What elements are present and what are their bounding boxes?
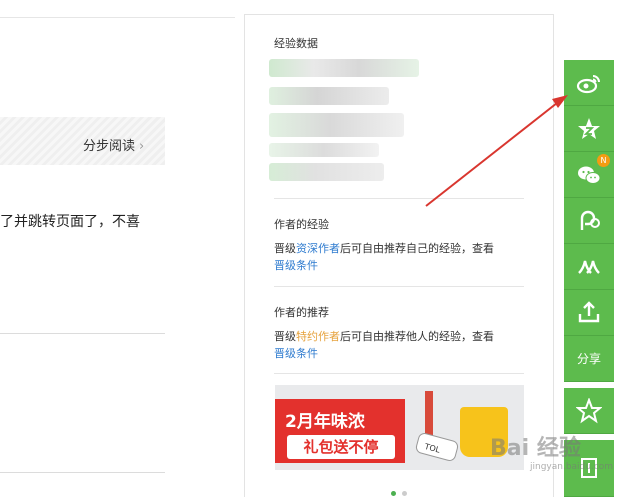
special-author-link[interactable]: 特约作者 <box>296 330 340 343</box>
desc-prefix: 晋级 <box>274 330 296 343</box>
favorite-button[interactable] <box>564 388 614 434</box>
share-weibo-button[interactable] <box>564 60 614 106</box>
baidu-watermark-url: jingyan.baidu.com <box>530 462 614 472</box>
banner-headline: 2月年味浓 <box>285 412 365 432</box>
upgrade-conditions-link[interactable]: 晋级条件 <box>274 347 318 360</box>
share-renren-button[interactable] <box>564 244 614 290</box>
tieba-icon <box>580 210 600 230</box>
share-label-button[interactable]: 分享 <box>564 336 614 382</box>
share-more-button[interactable] <box>564 290 614 336</box>
divider <box>274 198 524 199</box>
weibo-icon <box>576 74 600 93</box>
share-tieba-button[interactable] <box>564 198 614 244</box>
tv-remote-illustration: TOL <box>415 433 459 461</box>
stats-title: 经验数据 <box>274 37 318 50</box>
left-divider <box>0 333 165 334</box>
upgrade-conditions-link[interactable]: 晋级条件 <box>274 259 318 272</box>
chevron-right-icon: › <box>139 139 145 154</box>
pager-dot[interactable] <box>391 491 396 496</box>
banner-pager <box>388 481 410 497</box>
author-exp-title: 作者的经验 <box>274 218 329 231</box>
senior-author-link[interactable]: 资深作者 <box>296 242 340 255</box>
share-upload-icon <box>578 300 600 322</box>
share-label: 分享 <box>576 352 601 366</box>
share-qzone-button[interactable] <box>564 106 614 152</box>
step-read-label: 分步阅读 <box>83 139 136 154</box>
new-badge: N <box>597 154 610 167</box>
desc-suffix: 后可自由推荐自己的经验，查看 <box>340 242 494 255</box>
author-rec-title: 作者的推荐 <box>274 306 329 319</box>
share-wechat-button[interactable]: N <box>564 152 614 198</box>
renren-icon <box>578 260 600 274</box>
info-panel: 经验数据 作者的经验 晋级资深作者后可自由推荐自己的经验，查看 晋级条件 作者的… <box>244 14 554 497</box>
promo-banner[interactable]: 2月年味浓 礼包送不停 TOL <box>275 385 524 470</box>
divider <box>274 286 524 287</box>
banner-subline: 礼包送不停 <box>287 435 395 459</box>
baidu-watermark: Bai 经验 <box>490 436 581 461</box>
author-rec-desc: 晋级特约作者后可自由推荐他人的经验，查看 晋级条件 <box>274 328 524 362</box>
pager-dot[interactable] <box>402 491 407 496</box>
wechat-icon <box>578 166 601 184</box>
desc-prefix: 晋级 <box>274 242 296 255</box>
qzone-star-icon <box>578 117 600 139</box>
divider <box>274 373 524 374</box>
article-text: 了并跳转页面了，不喜 <box>0 214 140 230</box>
star-outline-icon <box>576 397 602 423</box>
desc-suffix: 后可自由推荐他人的经验，查看 <box>340 330 494 343</box>
step-read-button[interactable]: 分步阅读 › <box>83 135 144 154</box>
left-divider <box>0 472 165 473</box>
author-exp-desc: 晋级资深作者后可自由推荐自己的经验，查看 晋级条件 <box>274 240 524 274</box>
left-divider-top <box>0 17 235 18</box>
